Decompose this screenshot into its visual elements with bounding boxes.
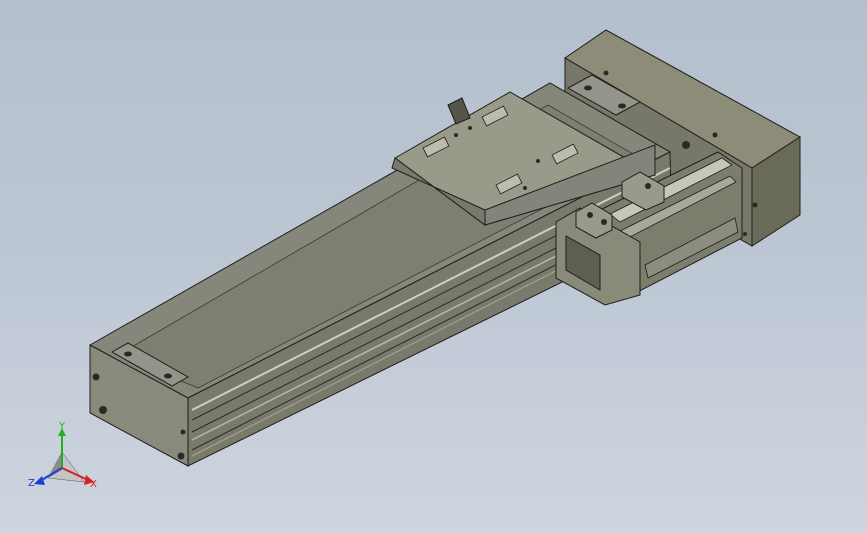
z-axis-label: Z	[28, 478, 35, 489]
z-axis-arrow	[34, 476, 45, 485]
cad-graphics-viewport[interactable]: Y X Z	[0, 0, 867, 533]
x-axis-label: X	[90, 479, 97, 490]
orientation-triad[interactable]: Y X Z	[28, 421, 97, 490]
y-axis-label: Y	[58, 421, 66, 432]
linear-actuator-model[interactable]: Y X Z	[0, 0, 867, 533]
